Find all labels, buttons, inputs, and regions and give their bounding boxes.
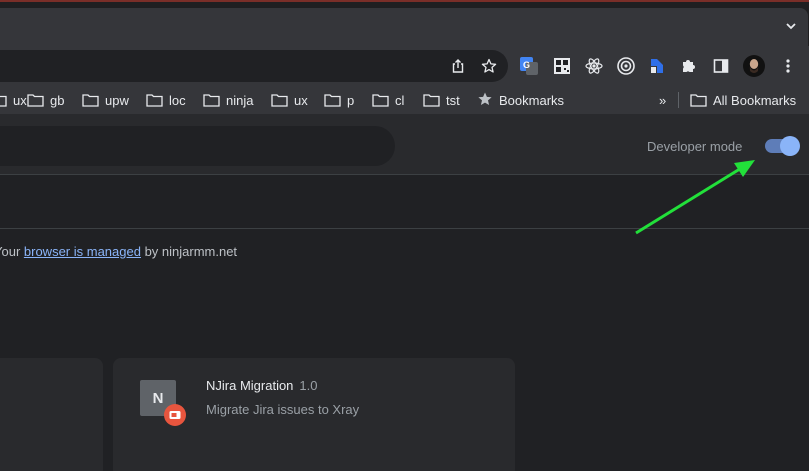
bookmarks-bar: ux gb upw loc ninja ux p cl tst Bookmark… <box>0 86 809 114</box>
folder-icon <box>146 93 163 107</box>
folder-icon <box>27 93 44 107</box>
profile-avatar[interactable] <box>743 55 765 77</box>
react-devtools-icon[interactable] <box>584 56 604 76</box>
bookmark-label: upw <box>105 92 129 108</box>
bookmarks-divider <box>678 92 679 108</box>
folder-icon <box>203 93 220 107</box>
browser-toolbar: G <box>0 46 809 86</box>
folder-icon <box>82 93 99 107</box>
bookmark-label: ux <box>13 92 27 108</box>
bookmark-folder-ninja[interactable]: ninja <box>203 91 253 109</box>
puzzle-icon[interactable] <box>679 56 699 76</box>
tab-strip <box>0 2 809 48</box>
star-icon <box>477 91 493 110</box>
bookmark-label: gb <box>50 92 65 108</box>
qr-code-icon[interactable] <box>552 56 572 76</box>
bookmark-star-icon[interactable] <box>481 58 497 74</box>
bookmark-folder-ux-2[interactable]: ux <box>271 91 308 109</box>
google-translate-icon[interactable]: G <box>519 56 539 76</box>
bookmark-folder-tst[interactable]: tst <box>423 91 460 109</box>
chevron-double-right-icon: » <box>659 92 667 108</box>
all-bookmarks-button[interactable]: All Bookmarks <box>690 91 796 109</box>
address-bar[interactable] <box>0 50 508 82</box>
developer-tools-bar <box>0 175 809 229</box>
extension-card-njira: N NJira Migration 1.0 Migrate Jira issues… <box>113 358 515 471</box>
folder-icon <box>271 93 288 107</box>
managed-notice-suffix: by ninjarmm.net <box>140 244 238 259</box>
extension-version: 1.0 <box>299 378 318 393</box>
bookmark-label: ninja <box>226 92 254 108</box>
bookmarks-overflow-button[interactable]: » <box>659 91 666 109</box>
extension-name: NJira Migration <box>206 378 294 393</box>
service-worker-badge-icon <box>164 404 186 426</box>
bookmark-label: p <box>347 92 355 108</box>
bookmark-folder-p[interactable]: p <box>324 91 354 109</box>
bookmark-folder-loc[interactable]: loc <box>146 91 186 109</box>
bookmark-label: Bookmarks <box>499 92 565 108</box>
bookmark-label: cl <box>395 92 405 108</box>
bookmark-folder-upw[interactable]: upw <box>82 91 129 109</box>
all-bookmarks-label: All Bookmarks <box>713 92 797 108</box>
managed-browser-notice: Your browser is managed by ninjarmm.net <box>0 244 237 259</box>
search-extensions-input[interactable] <box>0 126 395 166</box>
bookmark-link-bookmarks[interactable]: Bookmarks <box>477 91 564 109</box>
more-menu-icon[interactable] <box>778 56 798 76</box>
extension-description: Migrate Jira issues to Xray <box>206 402 360 417</box>
folder-icon <box>372 93 389 107</box>
folder-icon <box>690 93 707 107</box>
bookmark-folder-ux[interactable]: ux <box>0 91 27 109</box>
folder-icon <box>423 93 440 107</box>
folder-icon <box>0 94 7 107</box>
ninja-extension-icon[interactable] <box>647 56 667 76</box>
bookmark-label: loc <box>169 92 186 108</box>
extensions-header: Developer mode <box>0 114 809 175</box>
bookmark-label: ux <box>294 92 308 108</box>
bookmark-folder-cl[interactable]: cl <box>372 91 404 109</box>
folder-icon <box>324 93 341 107</box>
svg-text:G: G <box>523 60 530 70</box>
bookmark-folder-gb[interactable]: gb <box>27 91 64 109</box>
target-icon[interactable] <box>616 56 636 76</box>
extension-card <box>0 358 103 471</box>
developer-mode-label: Developer mode <box>647 139 743 154</box>
bookmark-label: tst <box>446 92 460 108</box>
side-panel-icon[interactable] <box>711 56 731 76</box>
managed-notice-prefix: Your <box>0 244 21 259</box>
developer-mode-toggle[interactable] <box>765 136 800 156</box>
active-tab[interactable] <box>0 8 808 48</box>
toggle-knob <box>780 136 800 156</box>
share-icon[interactable] <box>450 58 466 74</box>
browser-managed-link[interactable]: browser is managed <box>24 244 141 259</box>
extension-title: NJira Migration 1.0 <box>206 378 318 393</box>
tab-search-chevron-icon[interactable] <box>783 18 799 34</box>
